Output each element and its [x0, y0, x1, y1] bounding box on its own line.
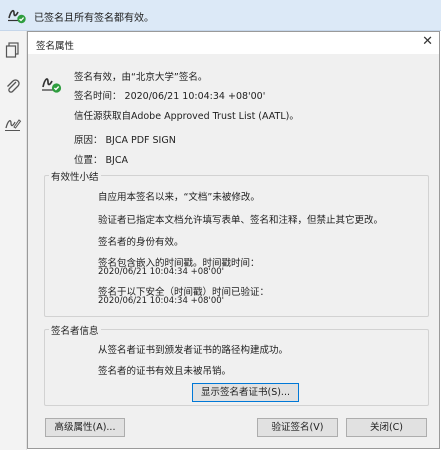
left-sidebar — [0, 31, 27, 450]
signature-banner: 已签名且所有签名都有效。 — [0, 0, 441, 31]
validity-item-permissions: 验证者已指定本文档允许填写表单、签名和注释，但禁止其它更改。 — [98, 215, 384, 226]
summary-valid-by: 签名有效，由“北京大学”签名。 — [74, 72, 208, 83]
validity-item-verified-time-value: 2020/06/21 10:04:34 +08'00' — [98, 296, 224, 306]
validity-item-unmodified: 自应用本签名以来，“文档”未被修改。 — [98, 192, 260, 203]
signature-valid-large-icon — [41, 74, 63, 97]
validity-item-timestamp-time: 2020/06/21 10:04:34 +08'00' — [98, 267, 224, 277]
banner-text: 已签名且所有签名都有效。 — [34, 13, 154, 24]
signature-properties-dialog: 签名属性 ✕ 签名有效，由“北京大学”签名。 签名时间： 2020/06/21 … — [27, 31, 440, 449]
page-thumbnails-icon[interactable] — [4, 41, 22, 62]
summary-location: 位置： BJCA — [74, 155, 128, 166]
signer-item-not-revoked: 签名者的证书有效且未被吊销。 — [98, 366, 232, 377]
dialog-titlebar: 签名属性 ✕ — [28, 32, 439, 54]
advanced-properties-button[interactable]: 高级属性(A)... — [45, 418, 125, 437]
signature-valid-icon — [7, 6, 27, 27]
signer-info-legend: 签名者信息 — [49, 323, 101, 337]
show-signer-certificate-button[interactable]: 显示签名者证书(S)... — [192, 383, 299, 402]
close-icon[interactable]: ✕ — [422, 34, 433, 49]
summary-reason: 原因： BJCA PDF SIGN — [74, 135, 176, 146]
close-button[interactable]: 关闭(C) — [346, 418, 427, 437]
signer-item-chain: 从签名者证书到颁发者证书的路径构建成功。 — [98, 345, 289, 356]
validity-summary-legend: 有效性小结 — [49, 169, 101, 183]
summary-trust-source: 信任源获取自Adobe Approved Trust List (AATL)。 — [74, 111, 299, 122]
validity-item-identity: 签名者的身份有效。 — [98, 237, 184, 248]
signature-panel-icon[interactable] — [4, 115, 22, 136]
dialog-title: 签名属性 — [36, 41, 75, 52]
summary-sign-time: 签名时间： 2020/06/21 10:04:34 +08'00' — [74, 91, 266, 102]
validate-signature-button[interactable]: 验证签名(V) — [257, 418, 338, 437]
attachment-icon[interactable] — [4, 78, 22, 99]
